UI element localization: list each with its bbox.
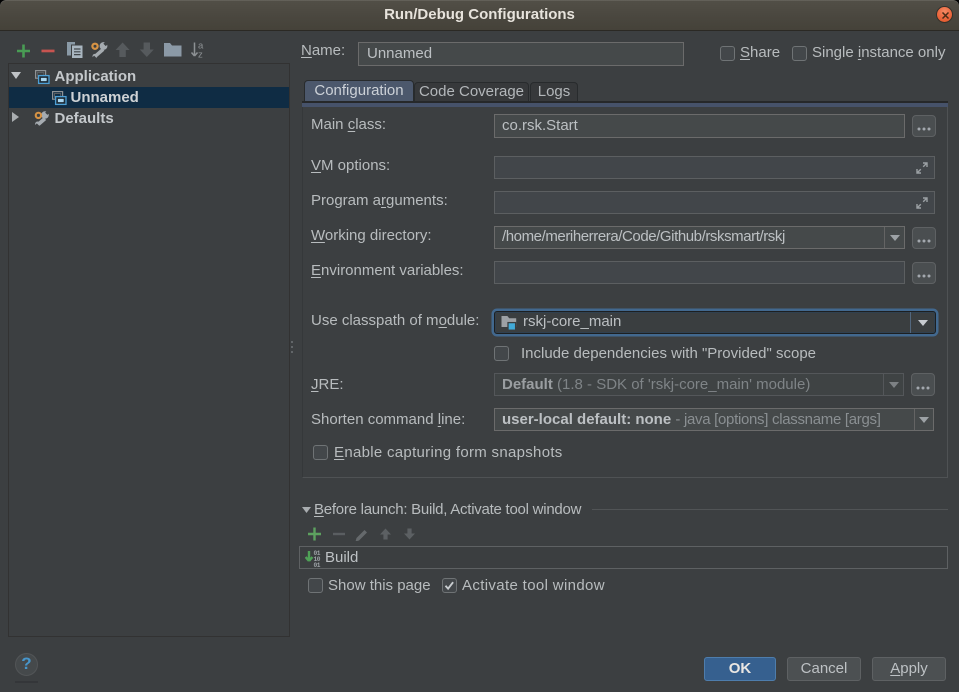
svg-text:z: z [198, 50, 203, 60]
svg-text:01: 01 [314, 562, 321, 567]
